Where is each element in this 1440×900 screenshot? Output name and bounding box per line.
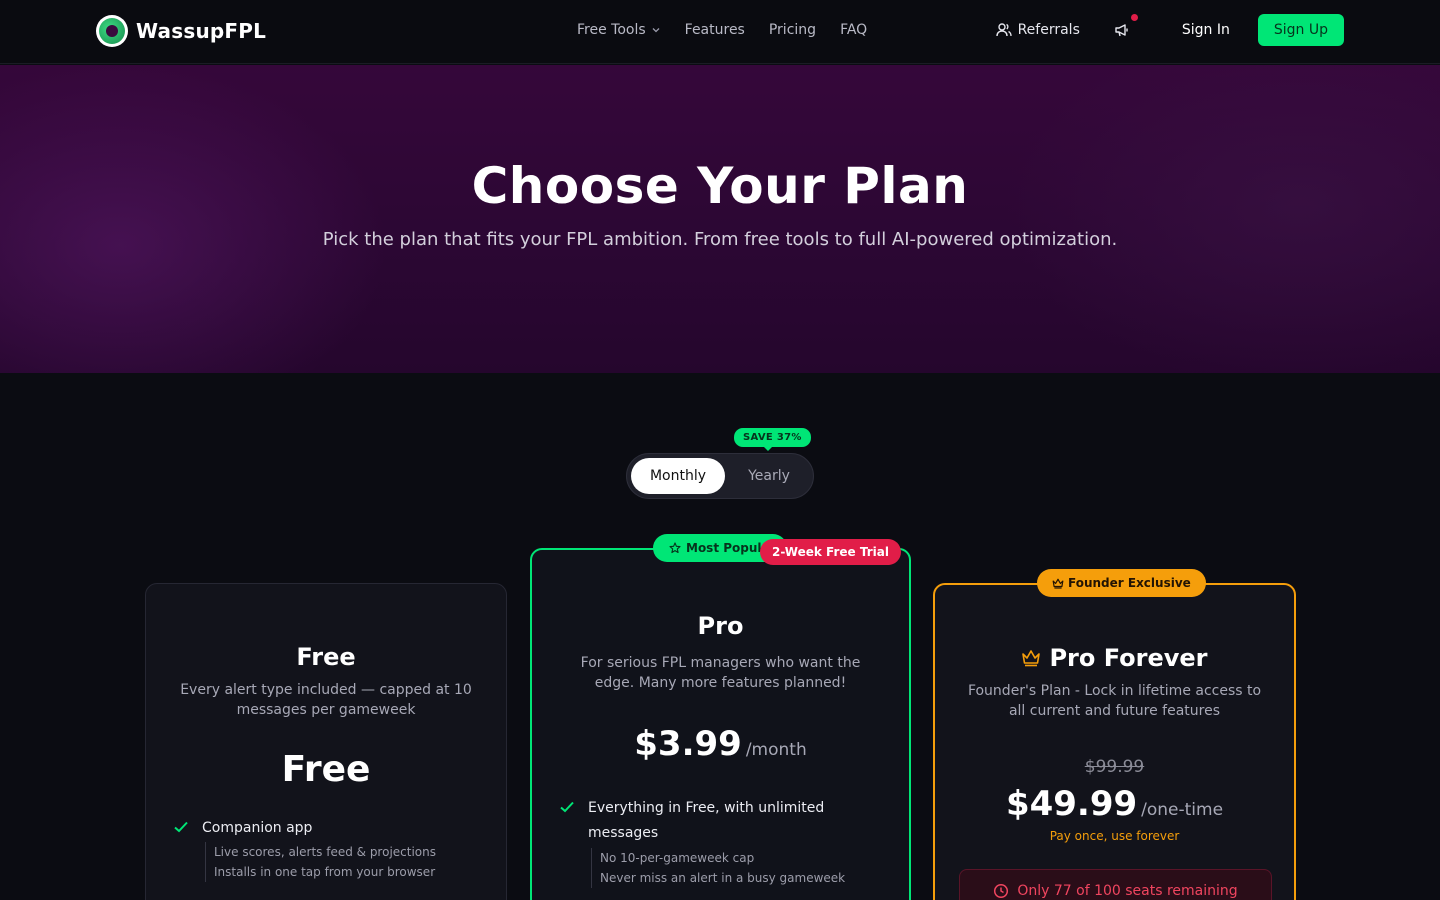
- nav-actions: Referrals Sign In Sign Up: [995, 14, 1344, 46]
- check-icon: [560, 801, 574, 813]
- plan-title: Pro: [697, 612, 744, 640]
- plan-price: Free: [281, 749, 371, 790]
- page-subtitle: Pick the plan that fits your FPL ambitio…: [322, 229, 1118, 250]
- chevron-down-icon: [652, 28, 660, 33]
- seats-remaining-alert: Only 77 of 100 seats remaining: [959, 869, 1272, 900]
- feature-details: Live scores, alerts feed & projections I…: [205, 842, 436, 882]
- page-title: Choose Your Plan: [471, 157, 969, 215]
- free-trial-badge: 2-Week Free Trial: [760, 539, 901, 565]
- price-unit: /month: [745, 740, 807, 760]
- plan-card-free: Free Every alert type included — capped …: [145, 583, 507, 900]
- top-navigation: WassupFPL Free Tools Features Pricing FA…: [0, 0, 1440, 64]
- save-badge: SAVE 37%: [734, 428, 811, 451]
- hero-section: Choose Your Plan Pick the plan that fits…: [0, 65, 1440, 373]
- referrals-label: Referrals: [1017, 22, 1080, 38]
- clock-icon: [994, 883, 1009, 899]
- price-amount: $3.99: [634, 724, 742, 764]
- nav-link-label: FAQ: [840, 22, 868, 38]
- founder-exclusive-badge: Founder Exclusive: [1037, 569, 1206, 597]
- seats-remaining-text: Only 77 of 100 seats remaining: [1017, 883, 1238, 899]
- brand-name: WassupFPL: [136, 19, 267, 43]
- price-unit: /one-time: [1141, 800, 1224, 820]
- feature-detail: Installs in one tap from your browser: [214, 865, 436, 879]
- notification-dot: [1130, 14, 1138, 21]
- feature-label: Companion app: [202, 820, 313, 836]
- plan-title-row: Pro Forever: [935, 644, 1294, 672]
- nav-link-pricing[interactable]: Pricing: [769, 22, 816, 38]
- nav-link-label: Free Tools: [577, 22, 646, 38]
- crown-icon: [1022, 650, 1041, 667]
- billing-monthly-option[interactable]: Monthly: [631, 458, 725, 494]
- feature-label: Everything in Free, with unlimited messa…: [588, 800, 825, 841]
- plan-card-pro-forever: Pro Forever Founder's Plan - Lock in lif…: [933, 583, 1296, 900]
- plan-card-pro: Pro For serious FPL managers who want th…: [530, 548, 911, 900]
- megaphone-icon: [1115, 24, 1128, 37]
- nav-link-faq[interactable]: FAQ: [840, 22, 867, 38]
- plan-description: Every alert type included — capped at 10…: [180, 682, 472, 718]
- feature-detail: No 10-per-gameweek cap: [600, 851, 755, 865]
- crown-icon: [1052, 578, 1064, 589]
- sign-in-button[interactable]: Sign In: [1182, 22, 1230, 38]
- original-price: $99.99: [1084, 757, 1145, 777]
- users-icon: [995, 23, 1012, 37]
- check-icon: [174, 821, 188, 833]
- badge-label: Founder Exclusive: [1068, 576, 1191, 590]
- badge-label: Most Popul: [686, 541, 762, 555]
- plan-price: $3.99/month: [532, 724, 909, 764]
- plan-description: For serious FPL managers who want the ed…: [580, 655, 861, 691]
- sign-up-button[interactable]: Sign Up: [1257, 14, 1344, 46]
- nav-link-label: Features: [684, 22, 745, 38]
- nav-link-features[interactable]: Features: [685, 22, 745, 38]
- referrals-link[interactable]: Referrals: [995, 22, 1080, 38]
- feature-details: No 10-per-gameweek cap Never miss an ale…: [591, 848, 845, 888]
- whatsapp-logo-icon: [96, 15, 128, 47]
- billing-yearly-option[interactable]: Yearly: [727, 458, 811, 494]
- feature-detail: Never miss an alert in a busy gameweek: [600, 871, 846, 885]
- billing-toggle: Monthly Yearly: [626, 453, 814, 499]
- nav-links: Free Tools Features Pricing FAQ: [577, 22, 867, 38]
- plan-description: Founder's Plan - Lock in lifetime access…: [967, 683, 1262, 719]
- announcements-button[interactable]: [1112, 14, 1138, 40]
- plan-price: $49.99/one-time: [935, 784, 1294, 824]
- plan-title: Free: [296, 643, 356, 671]
- pay-once-note: Pay once, use forever: [1049, 829, 1180, 843]
- star-icon: [669, 542, 681, 554]
- nav-link-label: Pricing: [768, 22, 817, 38]
- brand-logo[interactable]: WassupFPL: [96, 15, 266, 47]
- feature-detail: Live scores, alerts feed & projections: [214, 845, 436, 859]
- nav-link-free-tools[interactable]: Free Tools: [577, 22, 661, 38]
- plan-title: Pro Forever: [1049, 644, 1208, 672]
- price-amount: $49.99: [1005, 784, 1138, 824]
